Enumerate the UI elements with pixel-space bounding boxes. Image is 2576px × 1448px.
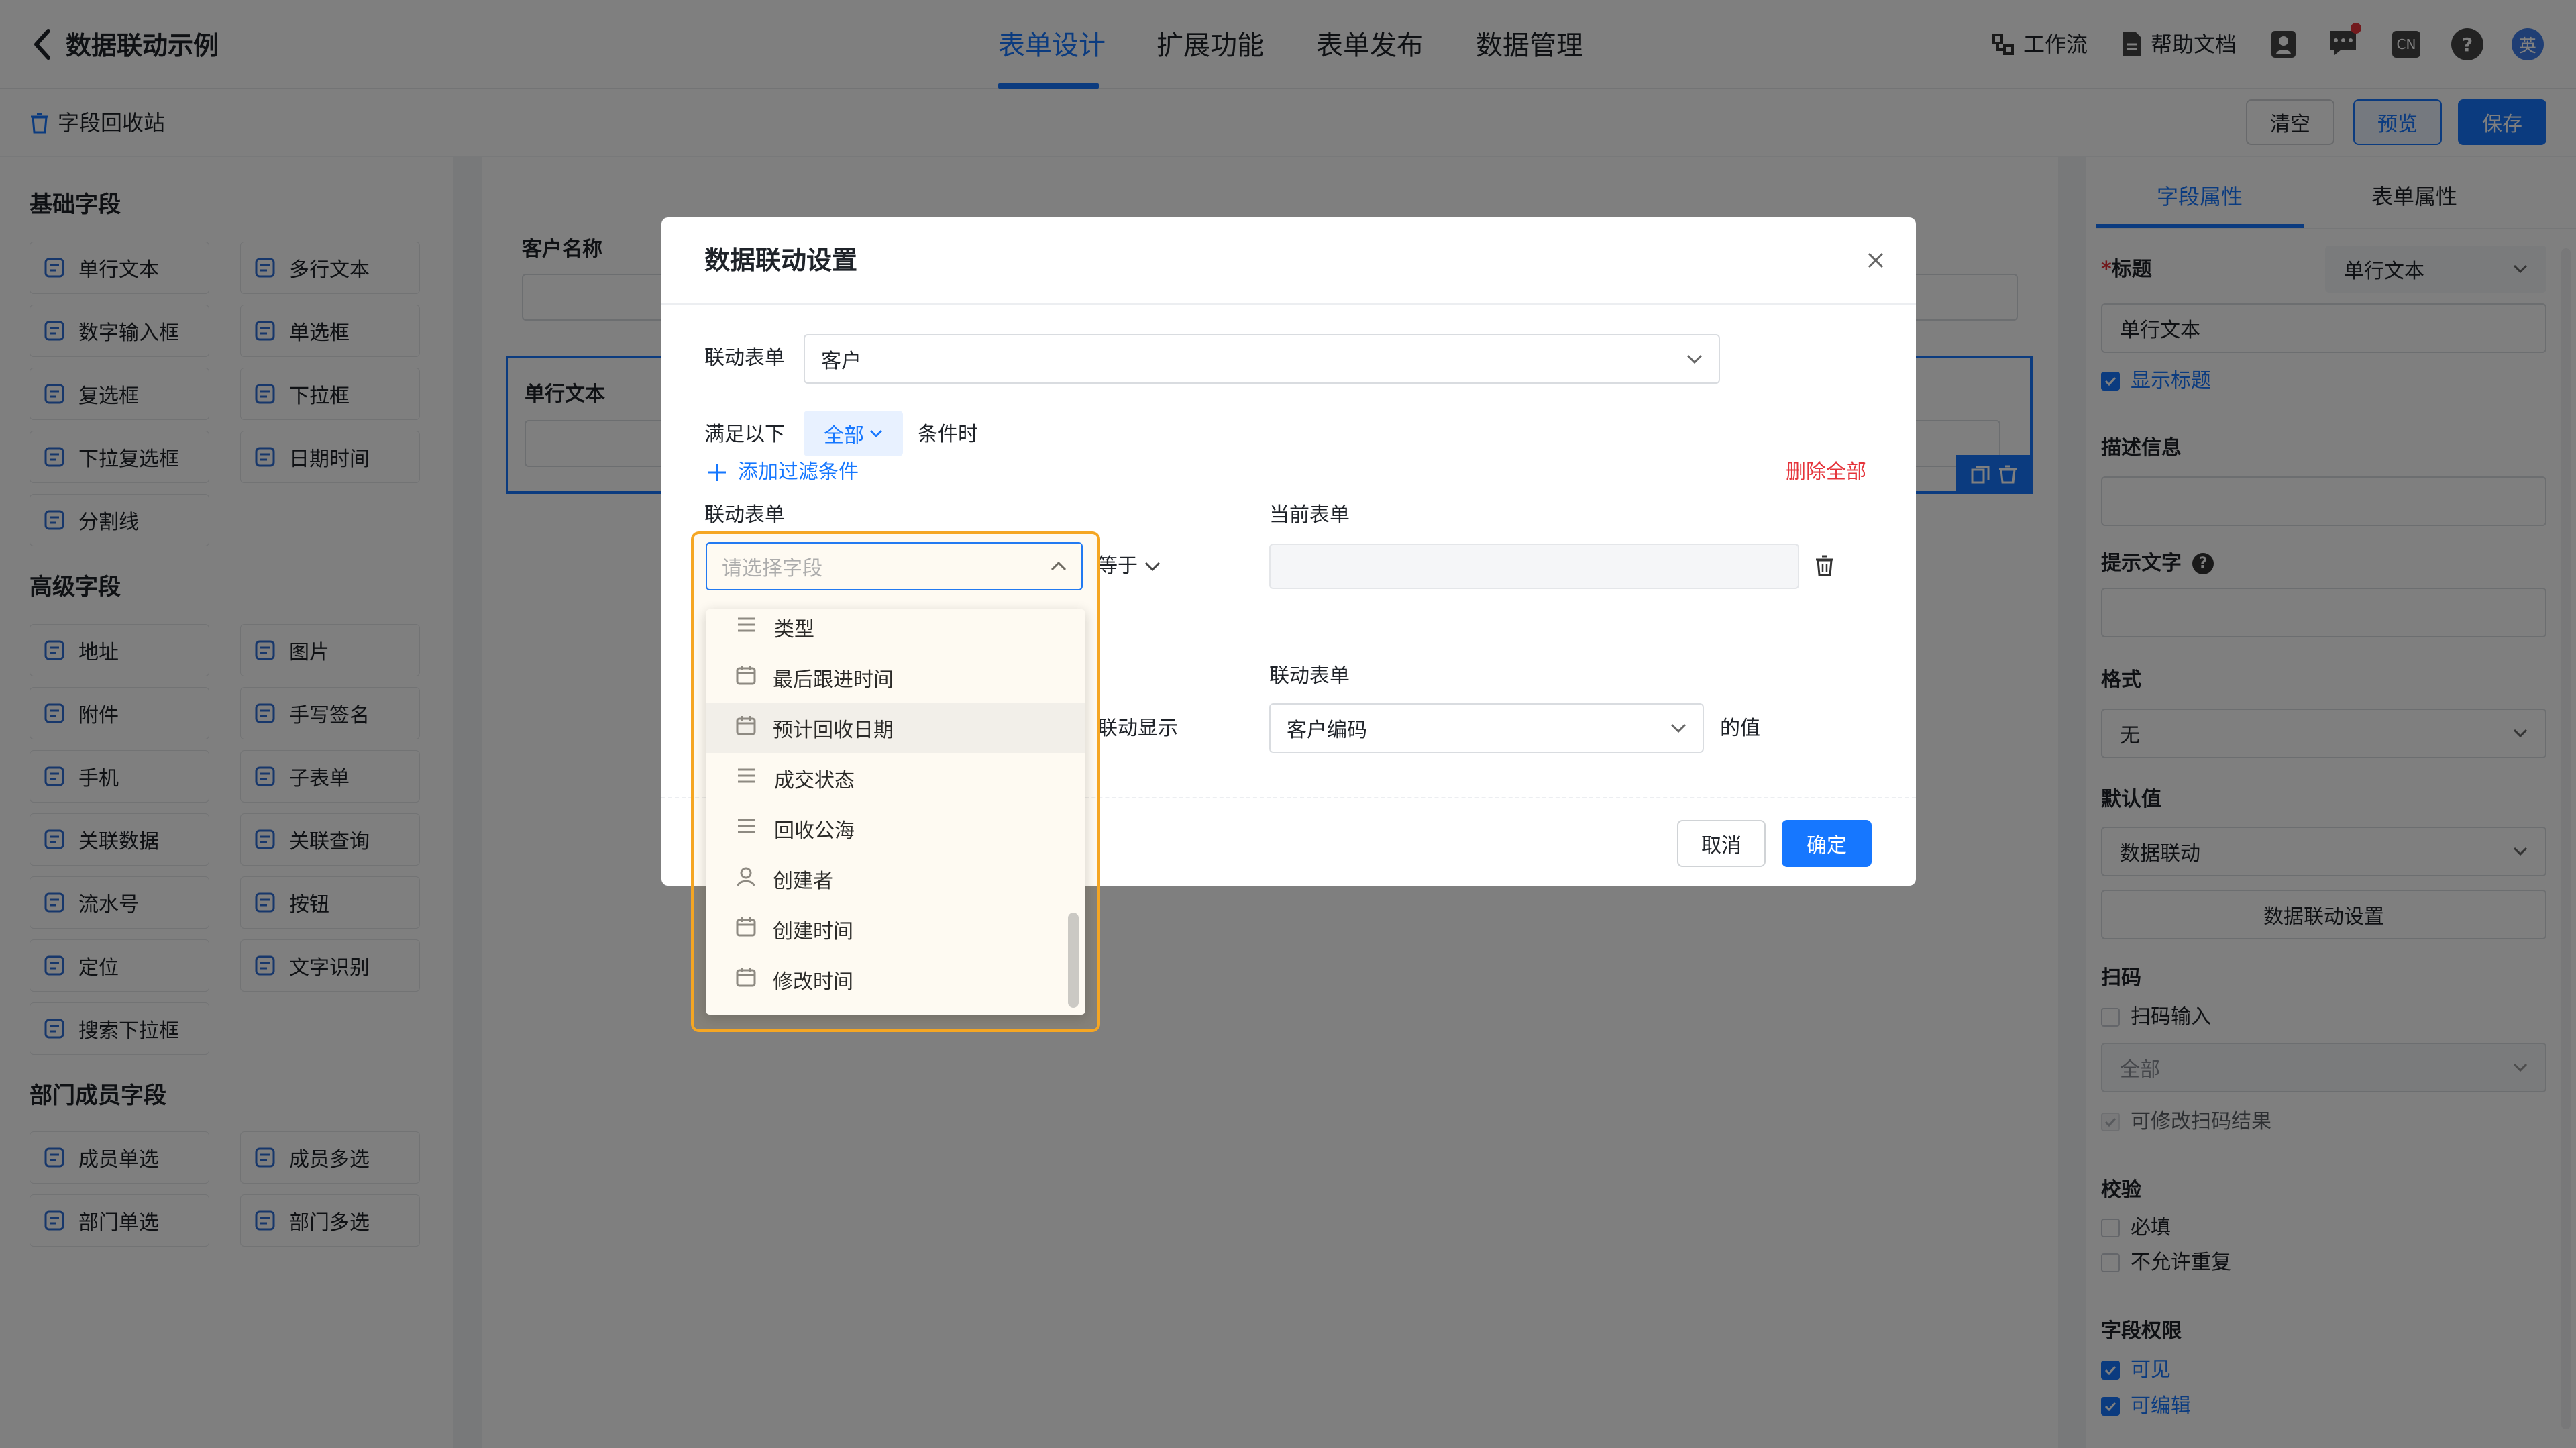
current-form-field-input[interactable] [1269, 544, 1799, 589]
condition-suffix: 条件时 [918, 423, 978, 446]
linked-form-select[interactable]: 客户 [804, 334, 1720, 384]
chevron-down-icon [1144, 562, 1161, 571]
column-current-form: 当前表单 [1269, 503, 1350, 527]
add-filter-button[interactable]: 添加过滤条件 [707, 458, 859, 487]
operator-value: 等于 [1097, 554, 1138, 578]
operator-select[interactable]: 等于 [1097, 552, 1161, 581]
close-icon[interactable] [1865, 250, 1886, 271]
delete-all-button[interactable]: 删除全部 [1786, 458, 1866, 487]
chevron-down-icon [869, 429, 883, 437]
condition-prefix: 满足以下 [704, 423, 785, 446]
modal-title: 数据联动设置 [704, 246, 858, 275]
linked-form-value: 客户 [821, 350, 861, 373]
add-filter-label: 添加过滤条件 [738, 460, 859, 484]
value-suffix: 的值 [1720, 717, 1760, 740]
column-linked-form: 联动表单 [704, 503, 785, 527]
plus-icon [708, 464, 726, 481]
cancel-button[interactable]: 取消 [1677, 820, 1766, 867]
display-field-select[interactable]: 客户编码 [1269, 703, 1704, 753]
modal-header-divider [661, 303, 1916, 305]
highlight-frame [691, 531, 1100, 1032]
condition-all-value: 全部 [824, 424, 864, 448]
chevron-down-icon [1670, 723, 1686, 733]
condition-all-select[interactable]: 全部 [804, 411, 903, 456]
linked-display-label: 联动显示 [1097, 717, 1178, 740]
confirm-button[interactable]: 确定 [1782, 820, 1872, 867]
chevron-down-icon [1686, 354, 1703, 364]
delete-condition-icon[interactable] [1815, 554, 1834, 577]
display-field-value: 客户编码 [1287, 719, 1367, 742]
linked-form-label: 联动表单 [704, 346, 785, 370]
display-column-label: 联动表单 [1269, 664, 1350, 688]
